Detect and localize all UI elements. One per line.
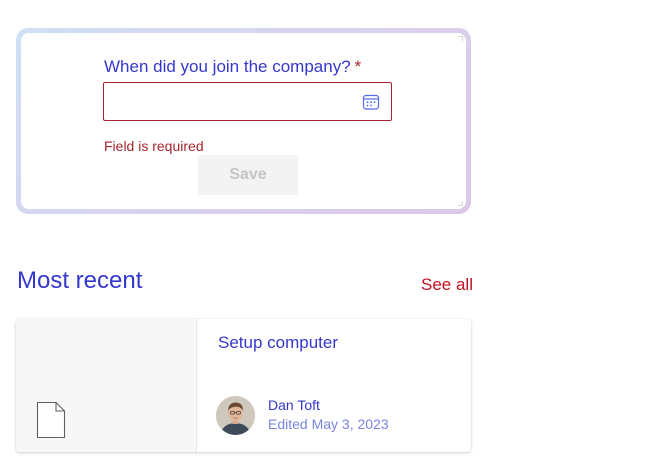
document-thumbnail — [16, 319, 197, 452]
corner-mark-top-right — [458, 36, 463, 41]
see-all-link[interactable]: See all — [421, 275, 473, 295]
date-form-card: When did you join the company? * Field is… — [16, 28, 471, 214]
most-recent-title: Most recent — [17, 267, 143, 294]
avatar-photo — [216, 396, 255, 435]
join-date-input[interactable] — [103, 82, 392, 121]
recent-document-card[interactable]: Setup computer Dan Toft Edited May 3, 20… — [16, 319, 471, 452]
corner-mark-bottom-right — [458, 201, 463, 206]
author-name[interactable]: Dan Toft — [268, 397, 320, 413]
document-title[interactable]: Setup computer — [218, 333, 338, 353]
author-avatar — [216, 396, 255, 435]
date-form-body: When did you join the company? * Field is… — [21, 33, 466, 209]
join-date-label: When did you join the company? * — [104, 57, 361, 77]
required-mark: * — [354, 57, 362, 76]
join-date-label-text: When did you join the company? — [104, 57, 351, 76]
edited-date: Edited May 3, 2023 — [268, 416, 389, 432]
field-error-message: Field is required — [104, 138, 204, 154]
calendar-icon[interactable] — [362, 93, 380, 111]
save-button[interactable]: Save — [198, 155, 298, 195]
document-file-icon — [36, 401, 66, 439]
